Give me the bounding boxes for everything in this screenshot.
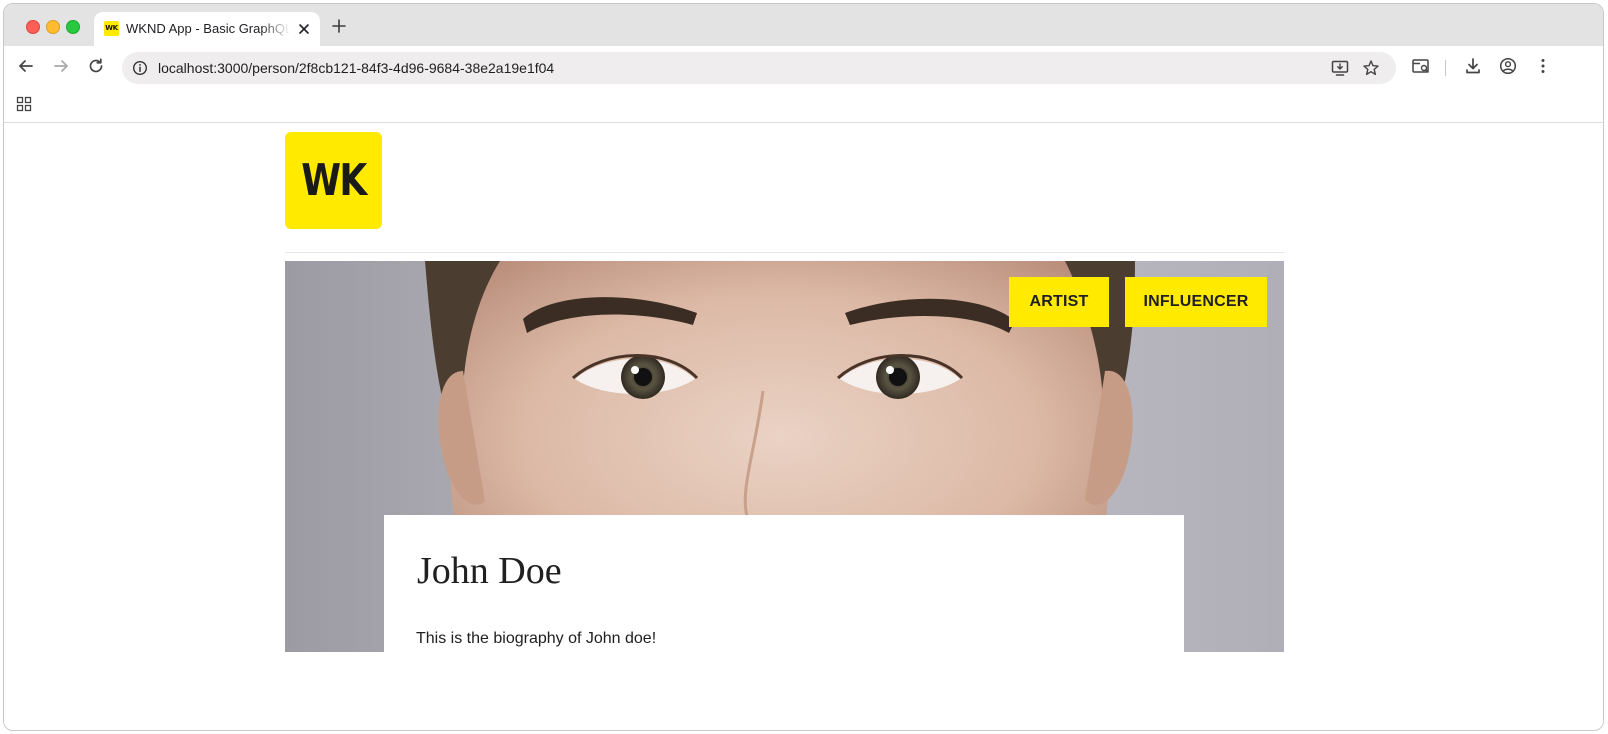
- tag-influencer: INFLUENCER: [1125, 277, 1267, 327]
- reload-icon[interactable]: [86, 56, 106, 76]
- toolbar-separator: [1445, 60, 1446, 76]
- apps-grid-icon[interactable]: [16, 96, 32, 112]
- kebab-menu-icon[interactable]: [1533, 56, 1553, 76]
- address-bar[interactable]: localhost:3000/person/2f8cb121-84f3-4d96…: [122, 52, 1396, 84]
- tab-favicon-icon: WK: [104, 21, 119, 36]
- header-divider: [285, 252, 1284, 253]
- logo-text: WK: [301, 155, 367, 206]
- browser-toolbar: localhost:3000/person/2f8cb121-84f3-4d96…: [4, 46, 1603, 86]
- arrow-right-icon[interactable]: [51, 56, 71, 76]
- maximize-window-button[interactable]: [66, 20, 80, 34]
- star-icon[interactable]: [1362, 59, 1380, 77]
- wknd-logo[interactable]: WK: [285, 132, 382, 229]
- tab-title: WKND App - Basic GraphQL Tutorial: [126, 21, 290, 36]
- download-icon[interactable]: [1463, 56, 1483, 76]
- info-icon[interactable]: [132, 60, 148, 76]
- person-card: John Doe This is the biography of John d…: [384, 515, 1184, 652]
- new-tab-plus-icon[interactable]: [330, 17, 348, 35]
- install-app-icon[interactable]: [1331, 59, 1349, 77]
- minimize-window-button[interactable]: [46, 20, 60, 34]
- person-biography: This is the biography of John doe!: [416, 630, 657, 647]
- close-icon[interactable]: [296, 21, 312, 37]
- tab-strip: WK WKND App - Basic GraphQL Tutorial: [4, 4, 1603, 46]
- profile-icon[interactable]: [1498, 56, 1518, 76]
- url-text[interactable]: localhost:3000/person/2f8cb121-84f3-4d96…: [158, 60, 554, 76]
- close-window-button[interactable]: [26, 20, 40, 34]
- tag-artist: ARTIST: [1009, 277, 1109, 327]
- page-viewport: WK ARTIST INFLUENCER John Doe This is th…: [4, 123, 1603, 730]
- arrow-left-icon[interactable]: [16, 56, 36, 76]
- tab-search-icon[interactable]: [1411, 56, 1431, 76]
- browser-tab-active[interactable]: WK WKND App - Basic GraphQL Tutorial: [94, 12, 320, 46]
- browser-window: WK WKND App - Basic GraphQL Tutorial loc…: [3, 3, 1604, 731]
- person-name: John Doe: [417, 550, 562, 592]
- bookmarks-bar: [4, 86, 1603, 123]
